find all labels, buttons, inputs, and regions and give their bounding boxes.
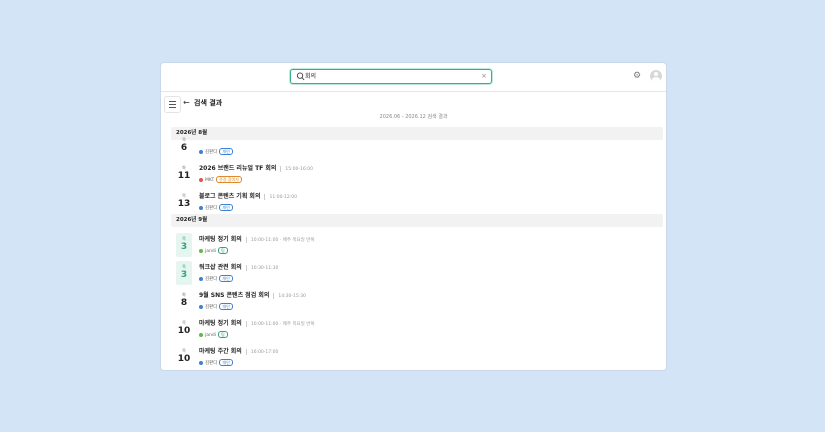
list-item[interactable]: 목 10 마케팅 주간 회의 16:00-17:00 김판다 개인 [171,345,663,370]
event-meta: 김판다 개인 [199,275,233,283]
event-date: 목 10 [177,320,191,336]
event-date: 화 11 [177,165,191,181]
list-item[interactable]: 목3 워크샵 관련 회의 10:30-11:30 김판다 개인 [171,261,663,287]
event-date: 화8 [180,292,188,308]
event-tag: 팀 [217,331,228,338]
calendar-dot [199,332,203,337]
event-title: 블로그 콘텐츠 기획 회의 11:00-12:00 [199,193,298,200]
top-bar: 회의 × ⚙ [161,63,666,92]
event-title: 마케팅 주간 회의 16:00-17:00 [199,348,279,355]
list-item[interactable]: 목 13 블로그 콘텐츠 기획 회의 11:00-12:00 김판다 개인 [171,190,663,216]
event-tag: 개인 [219,303,233,310]
search-query: 회의 [305,73,317,80]
calendar-dot [199,205,203,210]
gear-icon[interactable]: ⚙ [633,72,641,81]
avatar[interactable] [650,70,662,82]
event-tag: 개인 [219,148,233,155]
event-meta: 김판다 개인 [199,303,233,311]
arrow-left-icon[interactable]: ← [183,98,190,108]
event-date: 목3 [176,261,192,285]
search-input[interactable]: 회의 × [290,69,492,84]
event-meta: jandi 팀 [199,331,228,339]
page-title: 검색 결과 [194,99,223,107]
event-date: 목 10 [177,348,191,364]
event-title: 2026 브랜드 리뉴얼 TF 회의 15:00-16:00 [199,165,313,172]
event-tag: 개인 [219,275,233,282]
event-date: 목3 [176,233,192,257]
calendar-search-window: 회의 × ⚙ ← 검색 결과 2026.06 - 2026.12 검색 결과 2… [161,63,666,370]
list-item[interactable]: 목3 마케팅 정기 회의 10:00-11:00 · 매주 목요일 반복 jand… [171,233,663,259]
calendar-dot [199,360,203,365]
list-item[interactable]: 화8 9월 SNS 콘텐츠 점검 회의 14:30-15:30 김판다 개인 [171,289,663,315]
calendar-dot [199,276,203,281]
event-title: 9월 SNS 콘텐츠 점검 회의 14:30-15:30 [199,292,306,299]
list-item[interactable]: 목 10 마케팅 정기 회의 10:00-11:00 · 매주 목요일 반복 jan… [171,317,663,343]
close-icon[interactable]: × [481,71,487,82]
event-meta: MKT 준정 참여자 [199,176,242,184]
event-tag: 개인 [219,204,233,211]
event-meta: 김판다 개인 [199,204,233,212]
event-tag: 팀 [217,247,228,254]
sidebar-toggle-button[interactable] [164,96,181,113]
search-result-list: 2026년 8월 목6 김판다 개인 화 11 2026 브랜드 리뉴얼 TF 회의… [171,122,666,370]
event-tag: 준정 참여자 [216,176,242,183]
calendar-dot [199,248,203,253]
search-range-text: 2026.06 - 2026.12 검색 결과 [379,114,448,120]
event-title: 마케팅 정기 회의 10:00-11:00 · 매주 목요일 반복 [199,320,315,327]
event-meta: 김판다 개인 [199,148,233,156]
event-title: 워크샵 관련 회의 10:30-11:30 [199,264,279,271]
event-date: 목6 [180,137,188,153]
list-item[interactable]: 화 11 2026 브랜드 리뉴얼 TF 회의 15:00-16:00 MKT 준정 … [171,162,663,188]
event-meta: 김판다 개인 [199,359,233,367]
search-icon [296,72,305,81]
calendar-dot [199,177,203,182]
list-menu-icon [169,101,176,102]
calendar-dot [199,304,203,309]
list-item[interactable]: 목6 김판다 개인 [171,134,663,160]
event-date: 목 13 [177,193,191,209]
event-title: 마케팅 정기 회의 10:00-11:00 · 매주 목요일 반복 [199,236,315,243]
event-tag: 개인 [219,359,233,366]
calendar-dot [199,149,203,154]
event-meta: jandi 팀 [199,247,228,255]
month-header: 2026년 9월 [171,214,663,227]
